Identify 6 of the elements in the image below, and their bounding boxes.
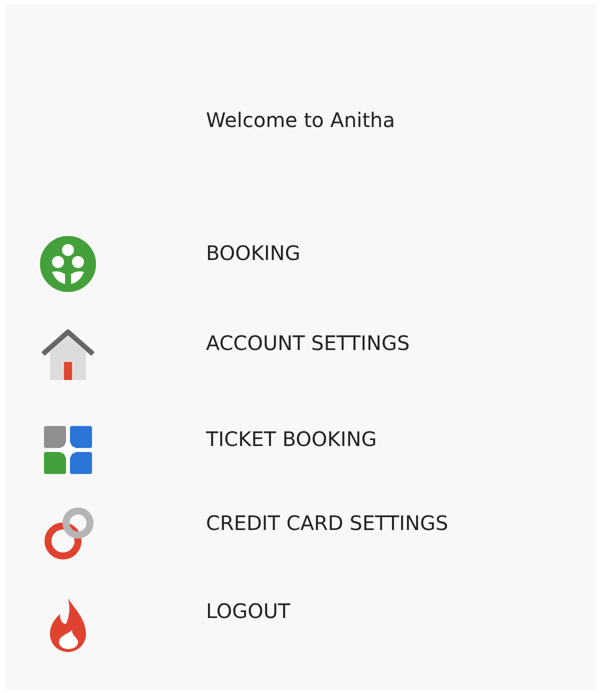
menu-item[interactable]: TICKET BOOKING	[206, 424, 377, 454]
menu-item[interactable]: ACCOUNT SETTINGS	[206, 328, 410, 358]
menu-item[interactable]: LOGOUT	[206, 596, 290, 626]
menu-item[interactable]: BOOKING	[206, 238, 300, 268]
welcome-text: Welcome to Anitha	[206, 108, 395, 132]
menu-item[interactable]: CREDIT CARD SETTINGS	[206, 508, 448, 538]
